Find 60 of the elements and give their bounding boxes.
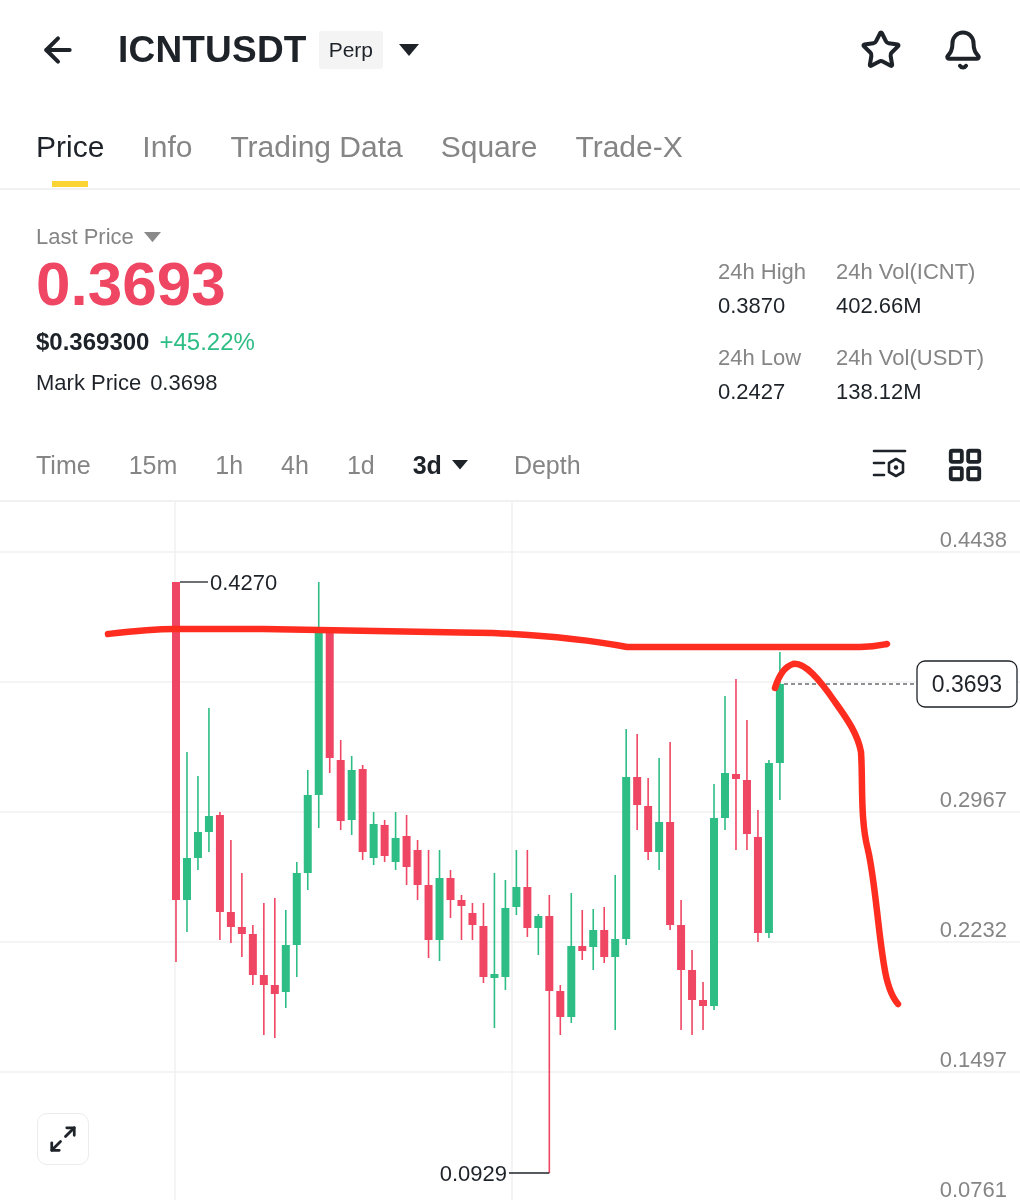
- bullish-candle: [512, 849, 521, 916]
- stat-label: 24h High: [717, 259, 807, 285]
- expand-button[interactable]: [37, 1113, 89, 1165]
- price-axis-label: 0.4438: [939, 526, 1007, 552]
- bullish-candle: [534, 913, 543, 956]
- interval-tab[interactable]: 3d: [412, 450, 468, 480]
- interval-tab[interactable]: Depth: [513, 450, 581, 480]
- bearish-candle: [446, 869, 455, 919]
- grid-icon[interactable]: [946, 446, 984, 484]
- tab[interactable]: Square: [440, 129, 538, 187]
- symbol-title: ICNTUSDT: [118, 29, 307, 71]
- stat-value: 0.2427: [717, 378, 787, 406]
- price-axis-label: 0.2232: [939, 916, 1007, 942]
- tab[interactable]: Info: [142, 129, 193, 187]
- tab[interactable]: Price: [36, 129, 105, 187]
- last-price-label: Last Price: [36, 224, 134, 250]
- interval-tab[interactable]: Time: [36, 450, 91, 480]
- leader-line: [179, 581, 209, 583]
- price-axis-label: 0.0761: [939, 1176, 1007, 1200]
- current-price-tag: 0.3693: [916, 660, 1018, 708]
- bearish-candle: [578, 909, 587, 961]
- bearish-candle: [248, 924, 257, 986]
- bell-icon[interactable]: [942, 29, 984, 71]
- bearish-candle: [380, 819, 389, 863]
- interval-tab[interactable]: 15m: [128, 450, 178, 480]
- price-change: +45.22%: [159, 328, 255, 356]
- bearish-candle: [556, 984, 565, 1036]
- usd-price: $0.369300: [36, 328, 150, 356]
- interval-tab[interactable]: 1d: [346, 450, 375, 480]
- tab[interactable]: Trading Data: [230, 129, 403, 187]
- bearish-candle: [413, 839, 422, 901]
- last-price: 0.3693: [36, 252, 227, 316]
- stat-value: 0.3870: [717, 292, 787, 320]
- contract-badge: Perp: [318, 31, 383, 69]
- caret-icon[interactable]: [399, 44, 419, 56]
- mark-price: 0.3698: [150, 369, 218, 397]
- bearish-candle: [468, 902, 477, 941]
- tab[interactable]: Trade-X: [575, 129, 683, 187]
- stat-value: 402.66M: [836, 292, 923, 320]
- star-icon[interactable]: [860, 29, 902, 71]
- mark-price-label: Mark Price: [36, 369, 142, 397]
- stat-label: 24h Vol(ICNT): [836, 259, 977, 285]
- leader-line: [508, 1172, 550, 1174]
- interval-tab[interactable]: 1h: [215, 450, 244, 480]
- stat-value: 138.12M: [836, 378, 923, 406]
- bearish-candle: [457, 894, 466, 941]
- interval-tab[interactable]: 4h: [281, 450, 309, 480]
- price-axis-label: 0.1497: [939, 1046, 1007, 1072]
- price-axis-label: 0.2967: [939, 786, 1007, 812]
- bullish-candle: [369, 811, 378, 866]
- bullish-candle: [391, 811, 400, 871]
- bearish-candle: [600, 906, 609, 964]
- bearish-candle: [402, 814, 411, 886]
- high-price-label: 0.4270: [210, 569, 278, 595]
- bearish-candle: [699, 981, 708, 1031]
- stat-label: 24h Vol(USDT): [836, 345, 984, 371]
- bullish-candle: [589, 908, 598, 971]
- expand-icon: [48, 1124, 78, 1154]
- low-price-label: 0.0929: [439, 1160, 507, 1186]
- stat-label: 24h Low: [717, 345, 803, 371]
